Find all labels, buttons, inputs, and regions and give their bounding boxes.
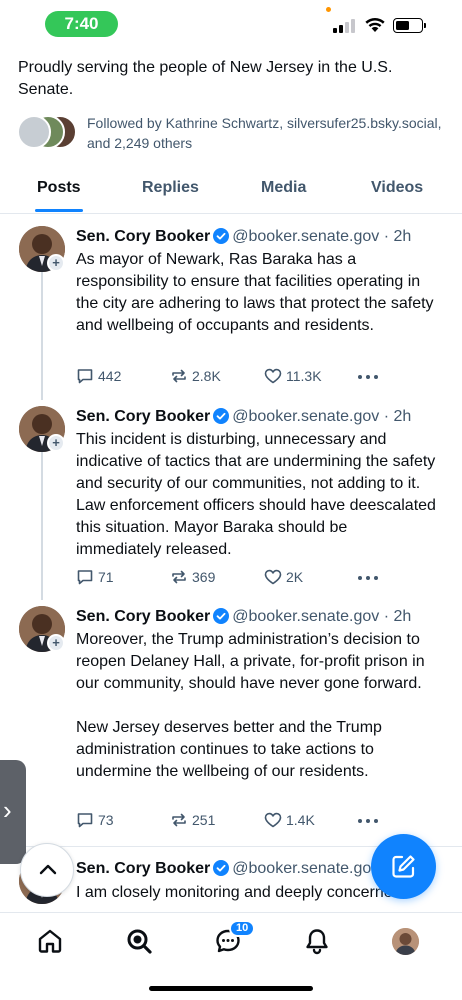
post-text: This incident is disturbing, unnecessary… xyxy=(76,431,436,558)
chevron-right-icon: › xyxy=(3,795,12,825)
post-text: As mayor of Newark, Ras Baraka has a res… xyxy=(76,251,434,334)
post-item[interactable]: + Sen. Cory Booker @booker.senate.gov · 2… xyxy=(0,406,462,602)
reply-icon xyxy=(77,570,93,585)
reply-icon xyxy=(77,369,93,384)
tab-replies[interactable]: Replies xyxy=(142,179,199,197)
profile-tabs: Posts Replies Media Videos xyxy=(0,168,462,214)
side-panel-handle[interactable]: › xyxy=(0,760,26,864)
more-options-icon[interactable] xyxy=(358,809,382,831)
post-text: Moreover, the Trump administration’s dec… xyxy=(76,631,425,780)
tab-videos[interactable]: Videos xyxy=(371,179,423,197)
repost-count: 369 xyxy=(192,569,216,585)
tab-posts[interactable]: Posts xyxy=(37,179,81,197)
tab-media[interactable]: Media xyxy=(261,179,306,197)
bottom-navigation: 10 xyxy=(0,912,462,1000)
post-time: · 2h xyxy=(383,408,412,425)
repost-icon xyxy=(172,570,186,584)
post-actions: 73 251 1.4K xyxy=(76,809,386,831)
author-handle[interactable]: @booker.senate.gov xyxy=(232,228,379,245)
repost-icon xyxy=(172,813,186,827)
follow-plus-icon[interactable]: + xyxy=(47,434,65,452)
heart-icon xyxy=(264,812,282,828)
chevron-up-icon xyxy=(39,864,57,875)
author-name[interactable]: Sen. Cory Booker xyxy=(76,228,210,245)
repost-icon xyxy=(172,369,186,383)
home-icon xyxy=(38,929,62,953)
nav-notifications[interactable] xyxy=(303,927,333,957)
post-header: Sen. Cory Booker @booker.senate.gov · 2h xyxy=(76,226,456,248)
author-name[interactable]: Sen. Cory Booker xyxy=(76,860,210,877)
heart-icon xyxy=(264,569,282,585)
status-time: 7:40 xyxy=(45,11,118,37)
reply-icon xyxy=(77,813,93,828)
active-tab-indicator xyxy=(35,209,83,212)
author-name[interactable]: Sen. Cory Booker xyxy=(76,608,210,625)
reply-count: 442 xyxy=(98,368,122,384)
post-time: · 2h xyxy=(383,608,412,625)
verified-badge-icon xyxy=(213,228,230,244)
follow-plus-icon[interactable]: + xyxy=(47,254,65,272)
verified-badge-icon xyxy=(213,408,230,424)
more-options-icon[interactable] xyxy=(358,566,382,588)
search-icon xyxy=(127,929,152,954)
repost-count: 2.8K xyxy=(192,368,221,384)
post-item[interactable]: + Sen. Cory Booker @booker.senate.gov · 2… xyxy=(0,226,462,402)
battery-icon xyxy=(393,18,423,33)
verified-badge-icon xyxy=(213,608,230,624)
like-count: 11.3K xyxy=(286,368,322,384)
compose-post-button[interactable] xyxy=(371,834,436,899)
post-header: Sen. Cory Booker @booker.senate.gov · 2h xyxy=(76,406,456,428)
reply-count: 71 xyxy=(98,569,114,585)
follower-avatars xyxy=(17,115,79,149)
author-handle[interactable]: @booker.senate.gov xyxy=(232,860,379,877)
reply-count: 73 xyxy=(98,812,114,828)
battery-cap xyxy=(424,23,426,28)
post-actions: 71 369 2K xyxy=(76,566,386,588)
repost-count: 251 xyxy=(192,812,216,828)
verified-badge-icon xyxy=(213,860,230,876)
more-options-icon[interactable] xyxy=(358,365,382,387)
compose-icon xyxy=(392,855,415,878)
home-indicator xyxy=(149,986,313,991)
author-handle[interactable]: @booker.senate.gov xyxy=(232,608,379,625)
cellular-signal-icon xyxy=(333,19,355,33)
like-count: 2K xyxy=(286,569,304,585)
like-count: 1.4K xyxy=(286,812,315,828)
bell-icon xyxy=(306,929,328,955)
nav-search[interactable] xyxy=(125,927,155,957)
scroll-to-top-button[interactable] xyxy=(20,843,74,897)
author-handle[interactable]: @booker.senate.gov xyxy=(232,408,379,425)
privacy-indicator-dot xyxy=(326,7,331,12)
follower-avatar xyxy=(17,115,51,149)
nav-home[interactable] xyxy=(36,927,66,957)
follow-plus-icon[interactable]: + xyxy=(47,634,65,652)
post-header: Sen. Cory Booker @booker.senate.gov · 2h xyxy=(76,606,456,628)
post-actions: 442 2.8K 11.3K xyxy=(76,365,386,387)
wifi-icon xyxy=(365,17,385,32)
known-followers[interactable]: Followed by Kathrine Schwartz, silversuf… xyxy=(17,113,447,153)
post-item[interactable]: + Sen. Cory Booker @booker.senate.gov · 2… xyxy=(0,606,462,844)
followed-by-text[interactable]: Followed by Kathrine Schwartz, silversuf… xyxy=(87,113,447,153)
profile-bio: Proudly serving the people of New Jersey… xyxy=(18,59,393,98)
chat-unread-badge: 10 xyxy=(229,920,256,937)
author-name[interactable]: Sen. Cory Booker xyxy=(76,408,210,425)
status-bar: 7:40 xyxy=(0,0,462,48)
nav-profile-avatar[interactable] xyxy=(392,928,419,955)
heart-icon xyxy=(264,368,282,384)
post-time: · 2h xyxy=(383,228,412,245)
